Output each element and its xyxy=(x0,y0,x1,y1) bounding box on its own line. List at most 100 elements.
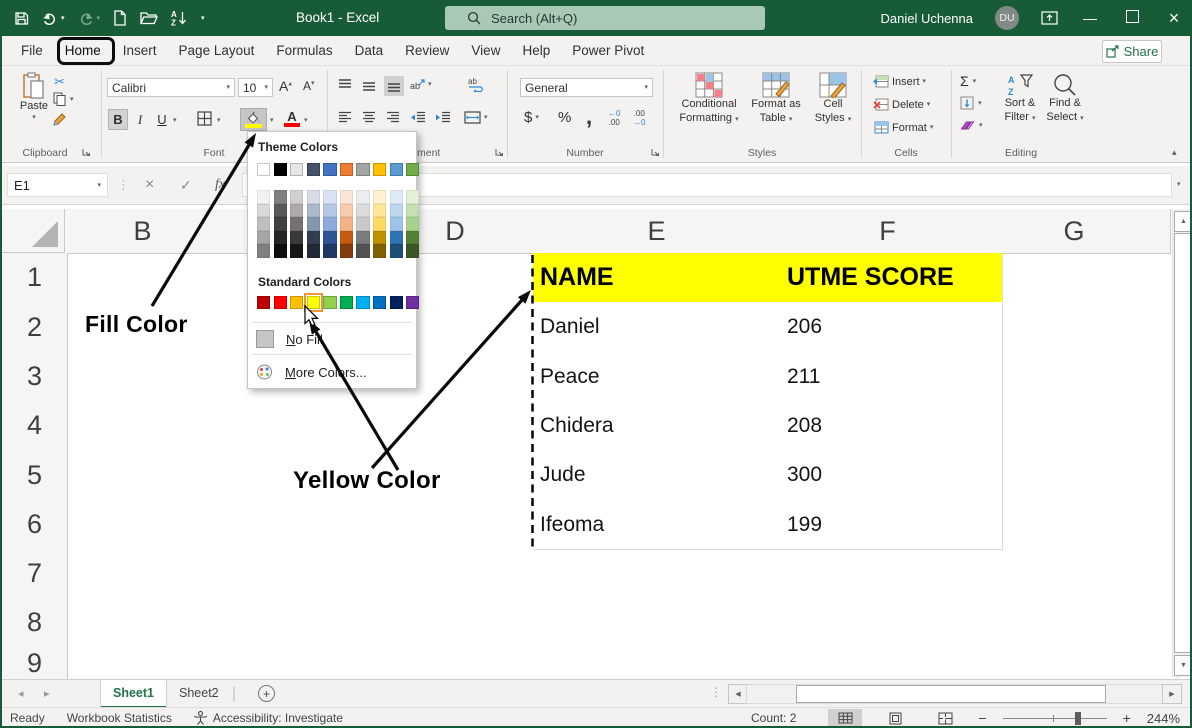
theme-variant-swatch[interactable] xyxy=(323,244,336,258)
cell-F1[interactable]: UTME SCORE xyxy=(780,253,1003,303)
theme-color-swatch[interactable] xyxy=(390,163,403,176)
cell[interactable] xyxy=(220,401,385,451)
theme-variant-swatch[interactable] xyxy=(290,217,303,231)
page-break-view-button[interactable] xyxy=(928,709,962,727)
theme-variant-swatch[interactable] xyxy=(356,217,369,231)
theme-variant-swatch[interactable] xyxy=(340,204,353,218)
cell[interactable] xyxy=(220,500,385,550)
zoom-out-button[interactable]: − xyxy=(978,710,986,726)
cell[interactable] xyxy=(780,549,1003,599)
accessibility-status[interactable]: Accessibility: Investigate xyxy=(194,711,343,725)
theme-color-swatch[interactable] xyxy=(406,163,419,176)
theme-color-swatch[interactable] xyxy=(290,163,303,176)
standard-color-swatch[interactable] xyxy=(274,296,287,309)
theme-variant-swatch[interactable] xyxy=(307,217,320,231)
cell-E4[interactable]: Chidera xyxy=(533,401,788,451)
cell[interactable] xyxy=(995,549,1161,599)
zoom-level[interactable]: 244% xyxy=(1147,711,1180,726)
theme-variant-swatch[interactable] xyxy=(390,217,403,231)
row-header-3[interactable]: 3 xyxy=(0,352,68,402)
theme-variant-swatch[interactable] xyxy=(340,217,353,231)
column-header-E[interactable]: E xyxy=(533,209,781,254)
theme-variant-swatch[interactable] xyxy=(274,190,287,204)
horizontal-scroll-thumb[interactable] xyxy=(796,685,1106,703)
cell-F6[interactable]: 199 xyxy=(780,500,1003,550)
cell[interactable] xyxy=(65,549,228,599)
standard-color-swatch[interactable] xyxy=(356,296,369,309)
cell-E5[interactable]: Jude xyxy=(533,450,788,501)
scroll-right-icon[interactable]: ▶ xyxy=(1162,684,1182,704)
cell[interactable] xyxy=(995,352,1161,402)
theme-variant-swatch[interactable] xyxy=(307,190,320,204)
theme-variant-swatch[interactable] xyxy=(340,190,353,204)
theme-variant-swatch[interactable] xyxy=(274,244,287,258)
cell[interactable] xyxy=(220,549,385,599)
sheet-nav-right-icon[interactable]: ▸ xyxy=(44,687,50,700)
standard-color-swatch[interactable] xyxy=(323,296,336,309)
theme-variant-swatch[interactable] xyxy=(323,204,336,218)
theme-color-swatch[interactable] xyxy=(307,163,320,176)
cell-F3[interactable]: 211 xyxy=(780,352,1003,402)
theme-color-swatch[interactable] xyxy=(356,163,369,176)
theme-color-swatch[interactable] xyxy=(340,163,353,176)
theme-variant-swatch[interactable] xyxy=(340,231,353,245)
column-header-G[interactable]: G xyxy=(995,209,1154,254)
theme-variant-swatch[interactable] xyxy=(307,204,320,218)
cell[interactable] xyxy=(65,598,228,648)
sheet-tab-sheet2[interactable]: Sheet2 xyxy=(167,680,231,708)
theme-variant-swatch[interactable] xyxy=(274,217,287,231)
standard-color-swatch[interactable] xyxy=(257,296,270,309)
column-header-partial[interactable] xyxy=(1153,209,1171,254)
theme-variant-swatch[interactable] xyxy=(373,204,386,218)
vertical-scrollbar[interactable]: ▲ ▼ xyxy=(1172,209,1192,677)
cell[interactable] xyxy=(780,598,1003,648)
theme-color-swatch[interactable] xyxy=(257,163,270,176)
cell[interactable] xyxy=(995,500,1161,550)
normal-view-button[interactable] xyxy=(828,709,862,727)
cell[interactable] xyxy=(995,647,1161,680)
column-header-B[interactable]: B xyxy=(65,209,221,254)
theme-variant-swatch[interactable] xyxy=(356,190,369,204)
theme-variant-swatch[interactable] xyxy=(323,231,336,245)
cell[interactable] xyxy=(780,647,1003,680)
theme-variant-swatch[interactable] xyxy=(290,190,303,204)
cell[interactable] xyxy=(377,647,541,680)
sheet-nav-left-icon[interactable]: ◂ xyxy=(18,687,24,700)
standard-color-swatch[interactable] xyxy=(290,296,303,309)
cell[interactable] xyxy=(65,253,228,303)
standard-color-swatch[interactable] xyxy=(373,296,386,309)
theme-variant-swatch[interactable] xyxy=(257,244,270,258)
workbook-statistics[interactable]: Workbook Statistics xyxy=(67,711,172,725)
standard-color-swatch[interactable] xyxy=(340,296,353,309)
cell[interactable] xyxy=(377,401,541,451)
cell[interactable] xyxy=(995,302,1161,353)
more-colors-item[interactable]: More Colors... xyxy=(256,359,410,385)
cell-F4[interactable]: 208 xyxy=(780,401,1003,451)
cell[interactable] xyxy=(533,549,788,599)
cell[interactable] xyxy=(65,500,228,550)
cell-E3[interactable]: Peace xyxy=(533,352,788,402)
select-all-corner[interactable] xyxy=(0,209,65,253)
theme-variant-swatch[interactable] xyxy=(290,204,303,218)
cell[interactable] xyxy=(377,598,541,648)
row-header-2[interactable]: 2 xyxy=(0,302,68,353)
theme-variant-swatch[interactable] xyxy=(290,244,303,258)
row-header-9[interactable]: 9 xyxy=(0,647,68,680)
theme-variant-swatch[interactable] xyxy=(307,244,320,258)
cell[interactable] xyxy=(220,647,385,680)
theme-variant-swatch[interactable] xyxy=(290,231,303,245)
cell[interactable] xyxy=(995,450,1161,501)
theme-color-swatch[interactable] xyxy=(274,163,287,176)
theme-variant-swatch[interactable] xyxy=(406,217,419,231)
theme-variant-swatch[interactable] xyxy=(340,244,353,258)
theme-color-swatch[interactable] xyxy=(373,163,386,176)
cell[interactable] xyxy=(995,253,1161,303)
zoom-in-button[interactable]: + xyxy=(1123,710,1131,726)
cell-E6[interactable]: Ifeoma xyxy=(533,500,788,550)
column-header-F[interactable]: F xyxy=(780,209,996,254)
cell[interactable] xyxy=(220,598,385,648)
horizontal-scrollbar[interactable] xyxy=(746,684,1164,704)
cell[interactable] xyxy=(995,598,1161,648)
row-header-8[interactable]: 8 xyxy=(0,598,68,648)
cell[interactable] xyxy=(65,352,228,402)
